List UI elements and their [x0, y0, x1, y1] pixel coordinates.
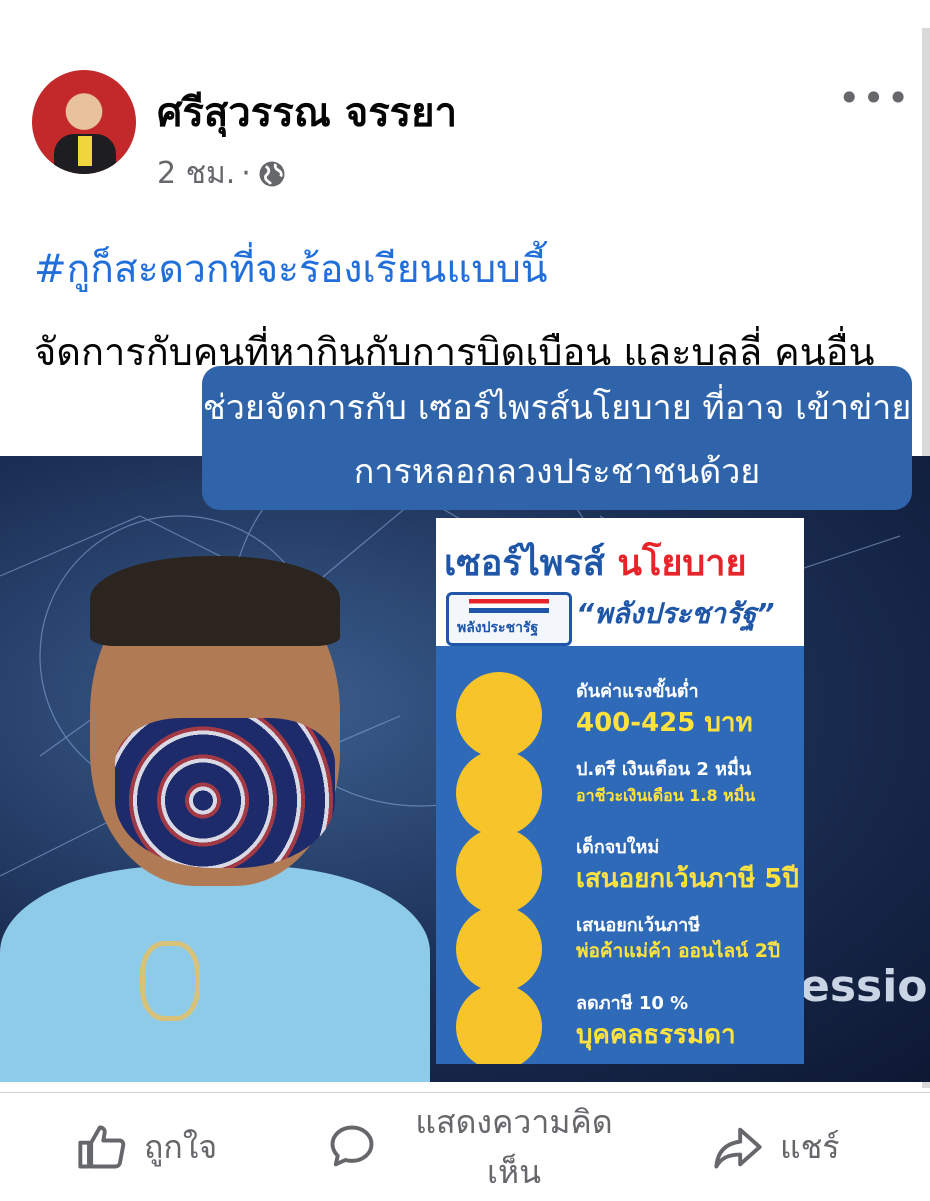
post-time[interactable]: 2 ชม.	[157, 150, 235, 197]
meta-separator: ·	[241, 156, 251, 191]
poster-item: เสนอยกเว้นภาษี พ่อค้าแม่ค้า ออนไลน์ 2ปี	[436, 902, 804, 992]
like-button[interactable]: ถูกใจ	[76, 1093, 217, 1201]
poster-subtitle: “พลังประชารัฐ”	[576, 597, 775, 630]
poster-title-policy: นโยบาย	[617, 543, 747, 584]
poster-item-line1: ดันค่าแรงขั้นต่ำ	[576, 681, 699, 702]
poster-item-line1: ลดภาษี 10 %	[576, 993, 689, 1014]
poster-item: เด็กจบใหม่ เสนอยกเว้นภาษี 5ปี	[436, 824, 804, 914]
more-options-button[interactable]: •••	[838, 76, 911, 120]
poster-item: ป.ตรี เงินเดือน 2 หมื่น อาชีวะเงินเดือน …	[436, 746, 804, 836]
comment-bubble-icon	[330, 1125, 374, 1167]
person-shirt	[0, 866, 430, 1082]
overlay-caption: ช่วยจัดการกับ เซอร์ไพรส์นโยบาย ที่อาจ เข…	[202, 366, 912, 510]
poster-header: เซอร์ไพรส์ นโยบาย พลังประชารัฐ “พลังประช…	[436, 518, 804, 646]
person-mask	[115, 718, 335, 868]
like-label: ถูกใจ	[144, 1127, 218, 1166]
globe-icon[interactable]	[257, 159, 287, 189]
policy-poster: เซอร์ไพรส์ นโยบาย พลังประชารัฐ “พลังประช…	[436, 518, 804, 1064]
author-avatar[interactable]	[32, 70, 136, 174]
avatar-tie	[78, 136, 92, 166]
poster-item: ลดภาษี 10 % บุคคลธรรมดา	[436, 980, 804, 1064]
poster-item-line1: เสนอยกเว้นภาษี	[576, 915, 701, 936]
post-hashtag[interactable]: #กูก็สะดวกที่จะร้องเรียนแบบนี้	[34, 238, 548, 300]
person-hair	[90, 556, 340, 646]
comment-label: แสดงความคิดเห็น	[415, 1103, 613, 1191]
share-label: แชร์	[780, 1127, 840, 1166]
share-arrow-icon	[714, 1127, 762, 1169]
party-logo: พลังประชารัฐ	[446, 592, 572, 646]
poster-item-line2: พ่อค้าแม่ค้า ออนไลน์ 2ปี	[576, 940, 780, 962]
party-logo-text: พลังประชารัฐ	[457, 620, 539, 636]
share-button[interactable]: แชร์	[712, 1093, 840, 1201]
poster-title: เซอร์ไพรส์ นโยบาย	[444, 534, 747, 591]
thumbs-up-icon	[78, 1125, 126, 1169]
poster-item-illustration	[456, 984, 542, 1064]
comment-button[interactable]: แสดงความคิดเห็น	[326, 1093, 634, 1201]
post-meta: 2 ชม. ·	[157, 150, 287, 197]
poster-item: ดันค่าแรงขั้นต่ำ 400-425 บาท	[436, 668, 804, 758]
party-logo-stripes	[469, 599, 549, 613]
background-session-text: ession	[800, 961, 930, 1012]
poster-item-line2: เสนอยกเว้นภาษี 5ปี	[576, 864, 799, 894]
person-pin	[140, 941, 200, 1021]
post-action-bar: ถูกใจ แสดงความคิดเห็น แชร์	[0, 1092, 930, 1201]
poster-title-surprise: เซอร์ไพรส์	[444, 543, 605, 584]
poster-item-line2: อาชีวะเงินเดือน 1.8 หมื่น	[576, 786, 756, 805]
poster-item-line2: 400-425 บาท	[576, 708, 753, 738]
poster-item-line2: บุคคลธรรมดา	[576, 1020, 736, 1050]
poster-item-line1: ป.ตรี เงินเดือน 2 หมื่น	[576, 759, 752, 780]
poster-item-line1: เด็กจบใหม่	[576, 837, 660, 858]
author-name[interactable]: ศรีสุวรรณ จรรยา	[157, 80, 457, 144]
